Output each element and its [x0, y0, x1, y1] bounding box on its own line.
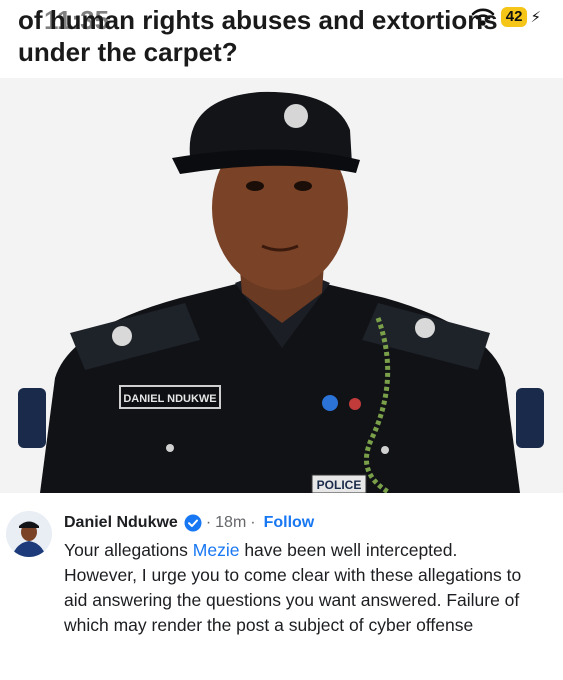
charging-bolt-icon: ⚡ [530, 9, 541, 26]
battery-icon: 42 [500, 7, 528, 27]
verified-badge-icon [184, 514, 202, 532]
separator-dot: · [250, 514, 256, 531]
name-tag-text: DANIEL NDUKWE [123, 393, 216, 405]
officer-photo: DANIEL NDUKWE POLICE [0, 78, 563, 493]
status-icons: 42 ⚡ [471, 7, 541, 27]
pin-red [349, 398, 361, 410]
avatar-officer-icon [6, 511, 52, 557]
arm-patch-left [18, 388, 46, 448]
cap-badge-icon [284, 104, 308, 128]
comment-header: Daniel Ndukwe · 18m · Follow [64, 513, 314, 533]
pin-blue [322, 395, 338, 411]
epaulette-star-left [112, 326, 132, 346]
comment-text-start: Your allegations [64, 540, 193, 560]
avatar[interactable] [6, 511, 52, 557]
comment-time[interactable]: 18m [215, 513, 246, 533]
follow-button[interactable]: Follow [264, 513, 315, 533]
battery-level: 42 [505, 8, 523, 25]
comment: Daniel Ndukwe · 18m · Follow Your allega… [0, 493, 563, 680]
police-badge-text: POLICE [317, 478, 362, 492]
headline-area: of human rights abuses and extortions un… [0, 0, 563, 78]
officer-portrait-illustration: DANIEL NDUKWE POLICE [0, 78, 563, 493]
comment-author[interactable]: Daniel Ndukwe [64, 513, 178, 533]
epaulette-star-right [415, 318, 435, 338]
comment-text: Your allegations Mezie have been well in… [64, 538, 534, 638]
headline-line2: under the carpet? [18, 37, 238, 67]
status-time: 11:35 [44, 5, 110, 35]
mention-link[interactable]: Mezie [193, 540, 240, 560]
arm-patch-right [516, 388, 544, 448]
wifi-icon [471, 8, 495, 26]
separator-dot: · [205, 514, 212, 531]
